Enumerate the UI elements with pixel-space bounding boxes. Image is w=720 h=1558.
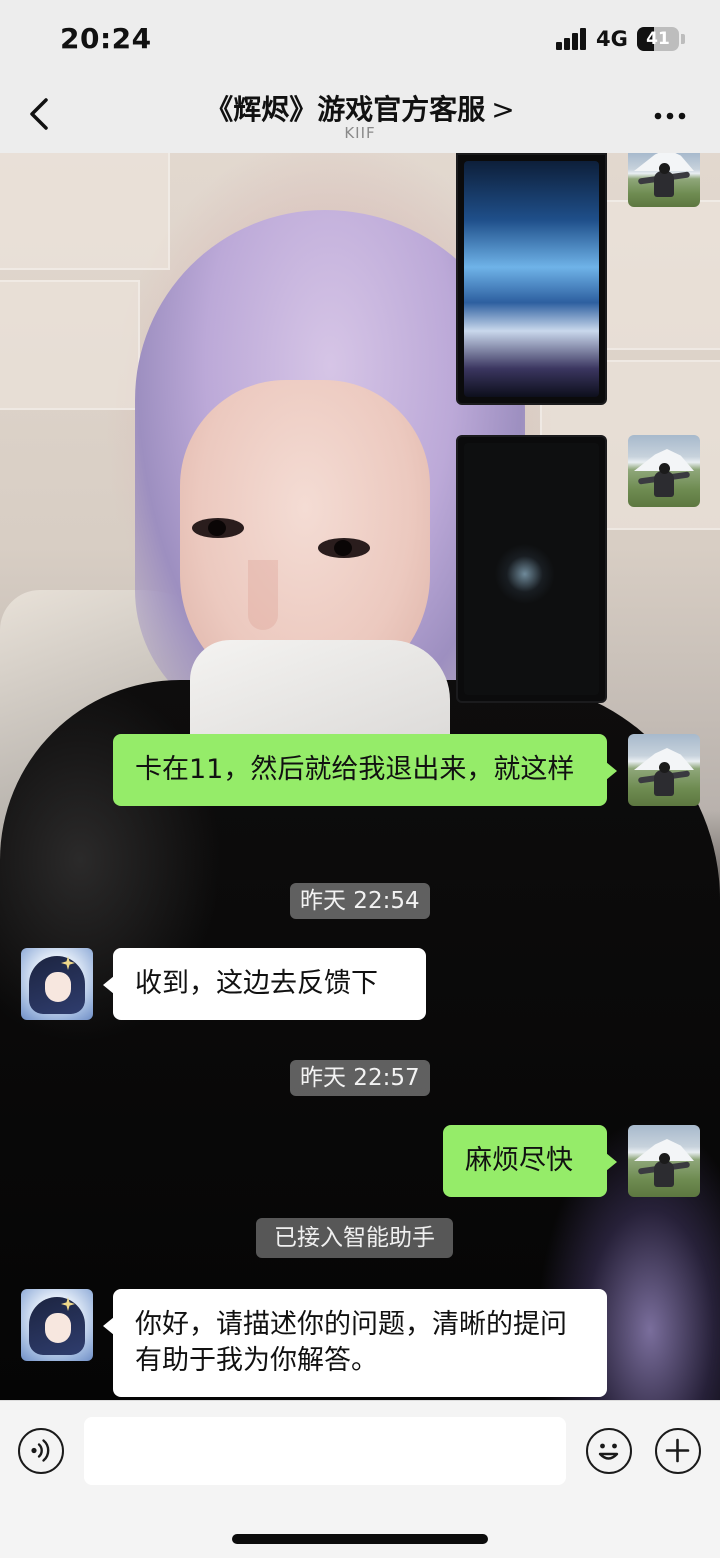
game-loading-screenshot-image bbox=[464, 443, 599, 695]
home-indicator[interactable] bbox=[232, 1534, 488, 1544]
service-avatar[interactable] bbox=[21, 1289, 93, 1361]
service-avatar[interactable] bbox=[21, 948, 93, 1020]
emoji-icon bbox=[598, 1443, 619, 1460]
voice-icon bbox=[31, 1439, 50, 1462]
ellipsis-icon bbox=[654, 112, 686, 120]
image-message[interactable] bbox=[456, 153, 607, 405]
chat-header: 《辉烬》游戏官方客服 > KIIF bbox=[0, 80, 720, 153]
message-text: 麻烦尽快 bbox=[465, 1145, 573, 1176]
message-bubble-other[interactable]: 收到，这边去反馈下 bbox=[103, 948, 426, 1020]
more-options-button[interactable] bbox=[650, 96, 690, 136]
back-button[interactable] bbox=[22, 90, 62, 138]
self-avatar[interactable] bbox=[628, 153, 700, 207]
system-notice: 已接入智能助手 bbox=[256, 1218, 453, 1258]
emoji-button[interactable] bbox=[586, 1428, 632, 1474]
chevron-left-icon bbox=[30, 98, 48, 130]
image-message[interactable] bbox=[456, 435, 607, 703]
voice-button[interactable] bbox=[18, 1428, 64, 1474]
chevron-right-icon: > bbox=[491, 93, 515, 126]
game-screenshot-image bbox=[464, 161, 599, 397]
battery-level: 41 bbox=[646, 29, 670, 49]
message-text: 卡在11，然后就给我退出来，就这样 bbox=[135, 754, 575, 785]
self-avatar[interactable] bbox=[628, 435, 700, 507]
network-type: 4G bbox=[596, 27, 628, 51]
self-avatar[interactable] bbox=[628, 734, 700, 806]
status-bar: 20:24 4G 41 bbox=[0, 0, 720, 80]
more-functions-button[interactable] bbox=[655, 1428, 701, 1474]
chat-subtitle: KIIF bbox=[344, 124, 376, 142]
message-input[interactable] bbox=[84, 1417, 566, 1485]
chat-title: 《辉烬》游戏官方客服 bbox=[205, 93, 486, 126]
message-bubble-self[interactable]: 麻烦尽快 bbox=[443, 1125, 617, 1197]
message-text: 收到，这边去反馈下 bbox=[135, 968, 378, 999]
cellular-signal-icon bbox=[556, 28, 588, 50]
message-timestamp: 昨天 22:54 bbox=[290, 883, 430, 919]
plus-icon bbox=[665, 1438, 690, 1463]
message-text: 你好，请描述你的问题，清晰的提问有助于我为你解答。 bbox=[135, 1309, 567, 1376]
message-bubble-other[interactable]: 你好，请描述你的问题，清晰的提问有助于我为你解答。 bbox=[103, 1289, 607, 1397]
chat-title-link[interactable]: 《辉烬》游戏官方客服 > bbox=[120, 88, 600, 128]
message-timestamp: 昨天 22:57 bbox=[290, 1060, 430, 1096]
battery-icon: 41 bbox=[637, 27, 679, 51]
message-bubble-self[interactable]: 卡在11，然后就给我退出来，就这样 bbox=[113, 734, 617, 806]
bottom-safe-area bbox=[0, 1500, 720, 1558]
self-avatar[interactable] bbox=[628, 1125, 700, 1197]
input-bar bbox=[0, 1400, 720, 1500]
clock: 20:24 bbox=[60, 22, 152, 55]
